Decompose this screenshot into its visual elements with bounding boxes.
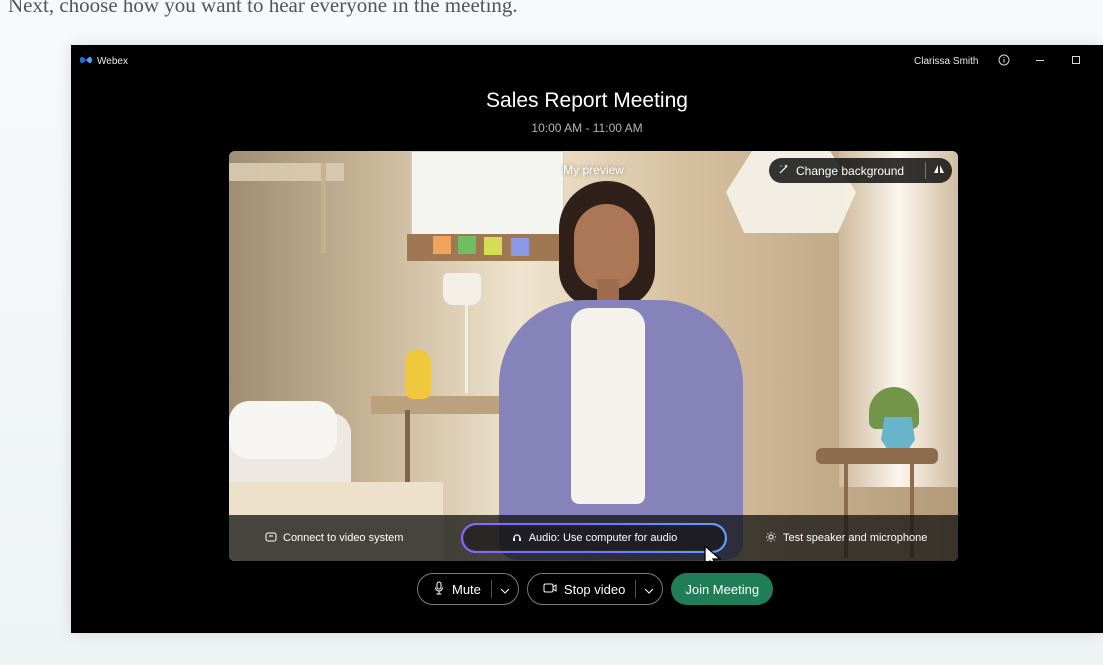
sticky-note-2 (458, 236, 476, 254)
lamp-left (443, 273, 481, 305)
sticky-note-4 (511, 238, 529, 256)
info-icon[interactable] (995, 51, 1013, 69)
app-name: Webex (97, 56, 128, 67)
connect-video-system-button[interactable]: Connect to video system (265, 523, 403, 553)
webex-window: Webex Clarissa Smith Sales Report Meetin… (71, 45, 1103, 633)
mute-label: Mute (452, 581, 481, 597)
meeting-controls: Mute Stop video Join Meeting (417, 573, 774, 605)
sticky-note-3 (484, 237, 502, 255)
lamp-left-stand (465, 303, 468, 393)
person-jacket-opening (571, 308, 645, 504)
minimize-icon[interactable] (1031, 51, 1049, 69)
stop-video-options-button[interactable] (636, 574, 662, 604)
meeting-time: 10:00 AM - 11:00 AM (531, 121, 643, 135)
settings-gear-icon (765, 531, 777, 546)
change-background-control: Change background (769, 158, 952, 183)
audio-selection-label: Audio: Use computer for audio (528, 532, 678, 544)
change-background-label: Change background (796, 163, 905, 178)
video-system-icon (265, 532, 277, 545)
pillow (229, 401, 337, 459)
test-speaker-microphone-button[interactable]: Test speaker and microphone (765, 523, 927, 553)
audio-selection-button[interactable]: Audio: Use computer for audio (461, 523, 727, 553)
change-background-button[interactable]: Change background (769, 158, 925, 183)
person-face (574, 204, 639, 290)
sticky-note-1 (433, 236, 451, 254)
mirror-icon (932, 163, 946, 178)
mute-options-button[interactable] (492, 574, 518, 604)
app-logo: Webex (79, 55, 128, 68)
mouse-cursor-icon (704, 545, 722, 561)
stop-video-control: Stop video (526, 573, 664, 605)
mute-button[interactable]: Mute (418, 574, 491, 604)
stop-video-button[interactable]: Stop video (528, 574, 635, 604)
mirror-view-button[interactable] (926, 158, 952, 183)
test-speaker-microphone-label: Test speaker and microphone (783, 532, 928, 544)
stop-video-label: Stop video (563, 581, 626, 597)
title-bar: Webex Clarissa Smith (71, 45, 1103, 75)
chevron-down-icon (500, 582, 510, 597)
microphone-icon (433, 581, 445, 598)
screenshot-page: Next, choose how you want to hear everyo… (0, 0, 1103, 665)
chevron-down-icon (644, 582, 654, 597)
webex-logo-icon (79, 55, 93, 68)
window-controls (995, 51, 1103, 69)
magic-wand-icon (778, 163, 790, 178)
desk (371, 396, 516, 414)
audio-headset-icon (511, 531, 523, 546)
vase (405, 350, 431, 399)
video-preview: My preview Change background Connect to … (229, 151, 958, 561)
mute-control: Mute (417, 573, 519, 605)
video-camera-icon (543, 582, 557, 597)
preview-action-bar: Connect to video system Audio: Use compu… (229, 515, 958, 561)
instruction-caption: Next, choose how you want to hear everyo… (8, 0, 518, 17)
connect-video-system-label: Connect to video system (283, 532, 404, 544)
meeting-title: Sales Report Meeting (486, 89, 688, 112)
side-table (816, 448, 938, 464)
maximize-icon[interactable] (1067, 51, 1085, 69)
user-name[interactable]: Clarissa Smith (914, 56, 978, 67)
join-meeting-button[interactable]: Join Meeting (671, 573, 774, 605)
